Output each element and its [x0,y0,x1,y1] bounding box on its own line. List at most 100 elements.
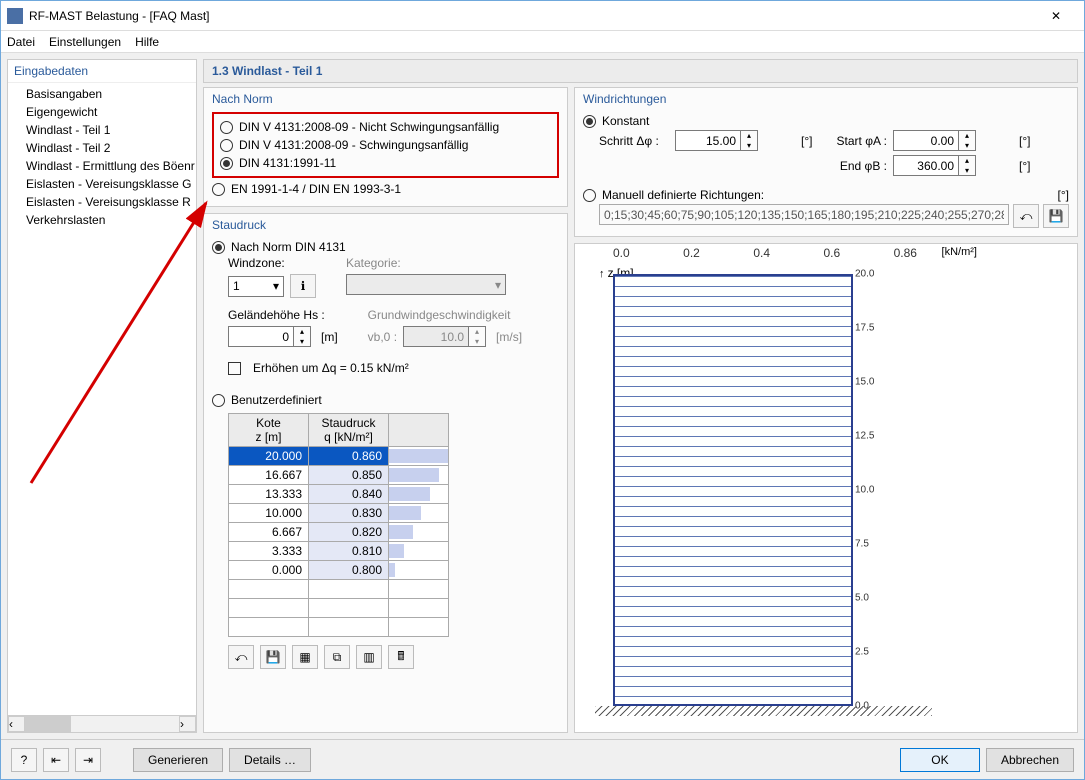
tbtn-import[interactable]: ⤺ [228,645,254,669]
th-kote: Kote z [m] [229,414,309,447]
chevron-down-icon: ▾ [273,279,279,293]
nav-item-3[interactable]: Windlast - Teil 2 [8,139,196,157]
th-bar [389,414,449,447]
tbtn-pick[interactable]: ⤺ [1013,204,1039,228]
table-row[interactable]: 13.3330.840 [229,485,449,504]
nav-item-2[interactable]: Windlast - Teil 1 [8,121,196,139]
label-grundwind: Grundwindgeschwindigkeit [368,308,522,322]
menubar: Datei Einstellungen Hilfe [1,31,1084,53]
label-end: End φB : [827,159,887,173]
select-kategorie: ▾ [346,274,506,295]
next-button[interactable]: ⇥ [75,748,101,772]
tbtn-calc[interactable]: 🖩 [388,645,414,669]
prev-button[interactable]: ⇤ [43,748,69,772]
sidebar-title: Eingabedaten [8,60,196,83]
axis-x-unit: [kN/m²] [942,246,977,258]
details-button[interactable]: Details … [229,748,311,772]
radio-icon [220,139,233,152]
select-windzone[interactable]: 1▾ [228,276,284,297]
nav-item-1[interactable]: Eigengewicht [8,103,196,121]
menu-einstellungen[interactable]: Einstellungen [49,35,121,49]
sidebar: Eingabedaten BasisangabenEigengewichtWin… [7,59,197,733]
radio-norm-3[interactable]: EN 1991-1-4 / DIN EN 1993-3-1 [212,180,559,198]
input-gelaendehoehe[interactable]: ▴▾ [228,326,311,347]
input-schritt[interactable]: ▴▾ [675,130,795,151]
radio-benutzerdefiniert[interactable]: Benutzerdefiniert [212,391,559,409]
nav-item-0[interactable]: Basisangaben [8,85,196,103]
highlight-box: DIN V 4131:2008-09 - Nicht Schwingungsan… [212,112,559,178]
label-erhoehen: Erhöhen um Δq = 0.15 kN/m² [253,361,409,375]
table-row[interactable]: 20.0000.860 [229,447,449,466]
radio-icon [212,183,225,196]
radio-icon [220,157,233,170]
radio-icon [212,241,225,254]
label-windzone: Windzone: [228,256,316,270]
main-panel: 1.3 Windlast - Teil 1 Nach Norm DIN V 41… [203,59,1078,733]
tbtn-excel[interactable]: ▦ [292,645,318,669]
group-windrichtungen: Windrichtungen Konstant Schritt Δφ : ▴▾ … [574,87,1078,237]
group-title-norm: Nach Norm [212,92,559,106]
radio-norm-0[interactable]: DIN V 4131:2008-09 - Nicht Schwingungsan… [220,118,551,136]
radio-manuell[interactable]: Manuell definierte Richtungen: [°] [583,186,1069,204]
radio-icon [583,189,596,202]
help-button[interactable]: ? [11,748,37,772]
tbtn-col[interactable]: ▥ [356,645,382,669]
scroll-right-arrow[interactable]: › [179,716,196,732]
abbrechen-button[interactable]: Abbrechen [986,748,1074,772]
generieren-button[interactable]: Generieren [133,748,223,772]
content: Eingabedaten BasisangabenEigengewichtWin… [1,53,1084,739]
th-q: Staudruck q [kN/m²] [309,414,389,447]
radio-icon [583,115,596,128]
group-staudruck: Staudruck Nach Norm DIN 4131 Windzone: 1… [203,213,568,733]
input-end[interactable]: ▴▾ [893,155,1013,176]
app-icon [7,8,23,24]
table-row[interactable]: 0.0000.800 [229,561,449,580]
page-title: 1.3 Windlast - Teil 1 [203,59,1078,83]
label-schritt: Schritt Δφ : [599,134,669,148]
menu-hilfe[interactable]: Hilfe [135,35,159,49]
label-kategorie: Kategorie: [346,256,506,270]
ok-button[interactable]: OK [900,748,980,772]
app-window: RF-MAST Belastung - [FAQ Mast] ✕ Datei E… [0,0,1085,780]
scroll-left-arrow[interactable]: ‹ [8,716,25,732]
ground-hatch [595,706,932,716]
window-close-button[interactable]: ✕ [1034,2,1078,30]
nav-item-7[interactable]: Verkehrslasten [8,211,196,229]
input-start[interactable]: ▴▾ [893,130,1013,151]
group-title-staudruck: Staudruck [212,218,559,232]
radio-icon [220,121,233,134]
nav-tree: BasisangabenEigengewichtWindlast - Teil … [8,83,196,715]
checkbox-erhoehen[interactable] [228,362,241,375]
group-nach-norm: Nach Norm DIN V 4131:2008-09 - Nicht Sch… [203,87,568,207]
radio-nach-norm-din[interactable]: Nach Norm DIN 4131 [212,238,559,256]
table-row[interactable]: 16.6670.850 [229,466,449,485]
chart-staudruck: 0.00.20.40.60.86 [kN/m²] ↑ z [m] 20.017.… [574,243,1078,733]
radio-norm-2[interactable]: DIN 4131:1991-11 [220,154,551,172]
tbtn-save2[interactable]: 💾 [1043,204,1069,228]
titlebar: RF-MAST Belastung - [FAQ Mast] ✕ [1,1,1084,31]
table-toolbar: ⤺ 💾 ▦ ⧉ ▥ 🖩 [228,645,559,669]
table-row[interactable]: 6.6670.820 [229,523,449,542]
staudruck-table: Kote z [m] Staudruck q [kN/m²] 20.0000.8… [228,413,449,637]
nav-item-4[interactable]: Windlast - Ermittlung des Böenr [8,157,196,175]
info-button[interactable]: ℹ [290,274,316,298]
nav-item-5[interactable]: Eislasten - Vereisungsklasse G [8,175,196,193]
axis-y: 20.017.515.012.510.07.55.02.50.0 [855,274,893,706]
tbtn-copy[interactable]: ⧉ [324,645,350,669]
group-title-windir: Windrichtungen [583,92,1069,106]
sidebar-hscroll[interactable]: ‹ › [8,715,196,732]
radio-norm-1[interactable]: DIN V 4131:2008-09 - Schwingungsanfällig [220,136,551,154]
label-gelaendehoehe: Geländehöhe Hs : [228,308,338,322]
axis-x: 0.00.20.40.60.86 [613,246,917,260]
input-manuell [599,204,1009,225]
menu-datei[interactable]: Datei [7,35,35,49]
table-row[interactable]: 10.0000.830 [229,504,449,523]
chevron-down-icon: ▾ [495,278,501,292]
tbtn-save[interactable]: 💾 [260,645,286,669]
table-row[interactable]: 3.3330.810 [229,542,449,561]
chart-bars [613,274,853,706]
footer: ? ⇤ ⇥ Generieren Details … OK Abbrechen [1,739,1084,779]
window-title: RF-MAST Belastung - [FAQ Mast] [29,9,1034,23]
radio-konstant[interactable]: Konstant [583,112,1069,130]
nav-item-6[interactable]: Eislasten - Vereisungsklasse R [8,193,196,211]
